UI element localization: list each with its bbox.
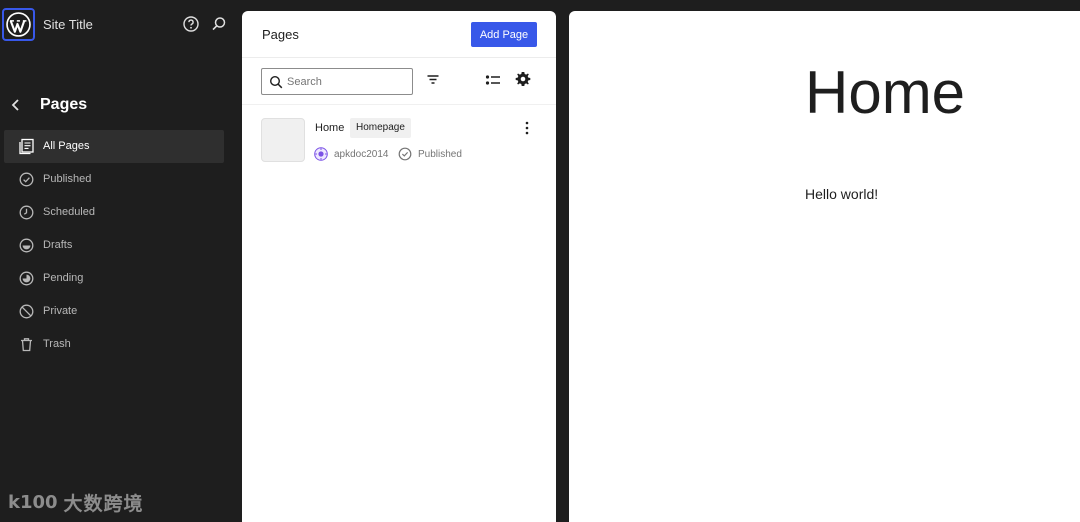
author-avatar-icon	[314, 147, 328, 161]
sidebar-section-title: Pages	[40, 96, 88, 113]
published-icon	[19, 172, 34, 187]
preview-paragraph: Hello world!	[805, 186, 879, 202]
site-title[interactable]: Site Title	[43, 17, 93, 32]
sidebar-item-trash[interactable]: Trash	[4, 328, 224, 361]
sidebar-item-label: Trash	[43, 338, 71, 350]
status-text: Published	[418, 149, 462, 160]
sidebar-item-pending[interactable]: Pending	[4, 262, 224, 295]
search-input[interactable]	[287, 73, 407, 91]
sidebar-item-label: Pending	[43, 272, 84, 284]
list-view-icon[interactable]	[485, 73, 501, 87]
watermark-logo: k100	[8, 491, 58, 513]
preview-heading: Home	[805, 59, 966, 126]
help-icon[interactable]	[182, 15, 200, 33]
sidebar: Site Title Pages All Pages Published Sch…	[0, 0, 242, 522]
drafts-icon	[19, 238, 34, 253]
page-thumbnail[interactable]	[261, 118, 305, 162]
sidebar-item-drafts[interactable]: Drafts	[4, 229, 224, 262]
watermark: k100 大数跨境	[8, 488, 144, 516]
sidebar-item-label: Published	[43, 173, 92, 185]
published-icon	[398, 147, 412, 161]
panel-toolbar	[242, 58, 556, 105]
search-icon[interactable]	[210, 15, 228, 33]
sidebar-item-all-pages[interactable]: All Pages	[4, 130, 224, 163]
scheduled-icon	[19, 205, 34, 220]
search-box[interactable]	[261, 68, 413, 95]
sidebar-item-label: Drafts	[43, 239, 73, 251]
pages-icon	[19, 138, 34, 155]
wordpress-logo-icon[interactable]	[2, 8, 35, 41]
sidebar-item-published[interactable]: Published	[4, 163, 224, 196]
pages-panel: Pages Add Page Home Homepage	[242, 11, 556, 522]
site-header: Site Title	[0, 0, 242, 50]
back-row: Pages	[0, 88, 242, 122]
watermark-text: 大数跨境	[63, 493, 144, 515]
pending-icon	[19, 271, 34, 286]
more-options-icon[interactable]	[522, 120, 532, 136]
trash-icon	[21, 338, 32, 352]
add-page-button[interactable]: Add Page	[471, 22, 537, 47]
panel-title: Pages	[262, 27, 299, 42]
table-row[interactable]: Home Homepage apkdoc2014 Published	[242, 114, 556, 164]
sidebar-item-label: Private	[43, 305, 78, 317]
filter-icon[interactable]	[426, 73, 440, 87]
sidebar-item-scheduled[interactable]: Scheduled	[4, 196, 224, 229]
gear-icon[interactable]	[515, 71, 531, 87]
page-preview[interactable]: Home Hello world!	[569, 11, 1080, 522]
author-name: apkdoc2014	[334, 149, 389, 160]
homepage-badge: Homepage	[350, 118, 411, 138]
sidebar-nav: All Pages Published Scheduled Drafts Pen…	[4, 130, 224, 361]
sidebar-item-label: All Pages	[43, 140, 90, 152]
panel-header: Pages Add Page	[242, 11, 556, 58]
private-icon	[19, 304, 34, 319]
page-title-link[interactable]: Home	[315, 122, 344, 134]
chevron-left-icon[interactable]	[9, 95, 23, 115]
search-icon	[269, 75, 283, 89]
sidebar-item-private[interactable]: Private	[4, 295, 224, 328]
sidebar-item-label: Scheduled	[43, 206, 95, 218]
